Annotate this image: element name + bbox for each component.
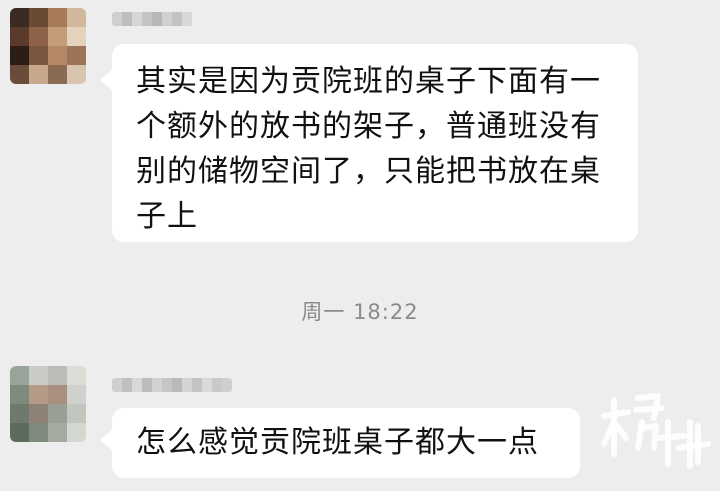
message-bubble[interactable]: 怎么感觉贡院班桌子都大一点 <box>100 408 580 478</box>
message-text: 其实是因为贡院班的桌子下面有一个额外的放书的架子，普通班没有别的储物空间了，只能… <box>136 64 601 234</box>
sender-name-blurred <box>112 12 196 26</box>
chat-view: 其实是因为贡院班的桌子下面有一个额外的放书的架子，普通班没有别的储物空间了，只能… <box>0 0 720 491</box>
message-bubble[interactable]: 其实是因为贡院班的桌子下面有一个额外的放书的架子，普通班没有别的储物空间了，只能… <box>100 44 638 242</box>
message-text: 怎么感觉贡院班桌子都大一点 <box>136 425 539 460</box>
sender-name-blurred <box>112 378 232 392</box>
timestamp: 周一 18:22 <box>301 300 419 324</box>
sender-avatar[interactable] <box>10 8 86 84</box>
watermark-logo <box>601 393 711 469</box>
sender-avatar[interactable] <box>10 366 86 442</box>
